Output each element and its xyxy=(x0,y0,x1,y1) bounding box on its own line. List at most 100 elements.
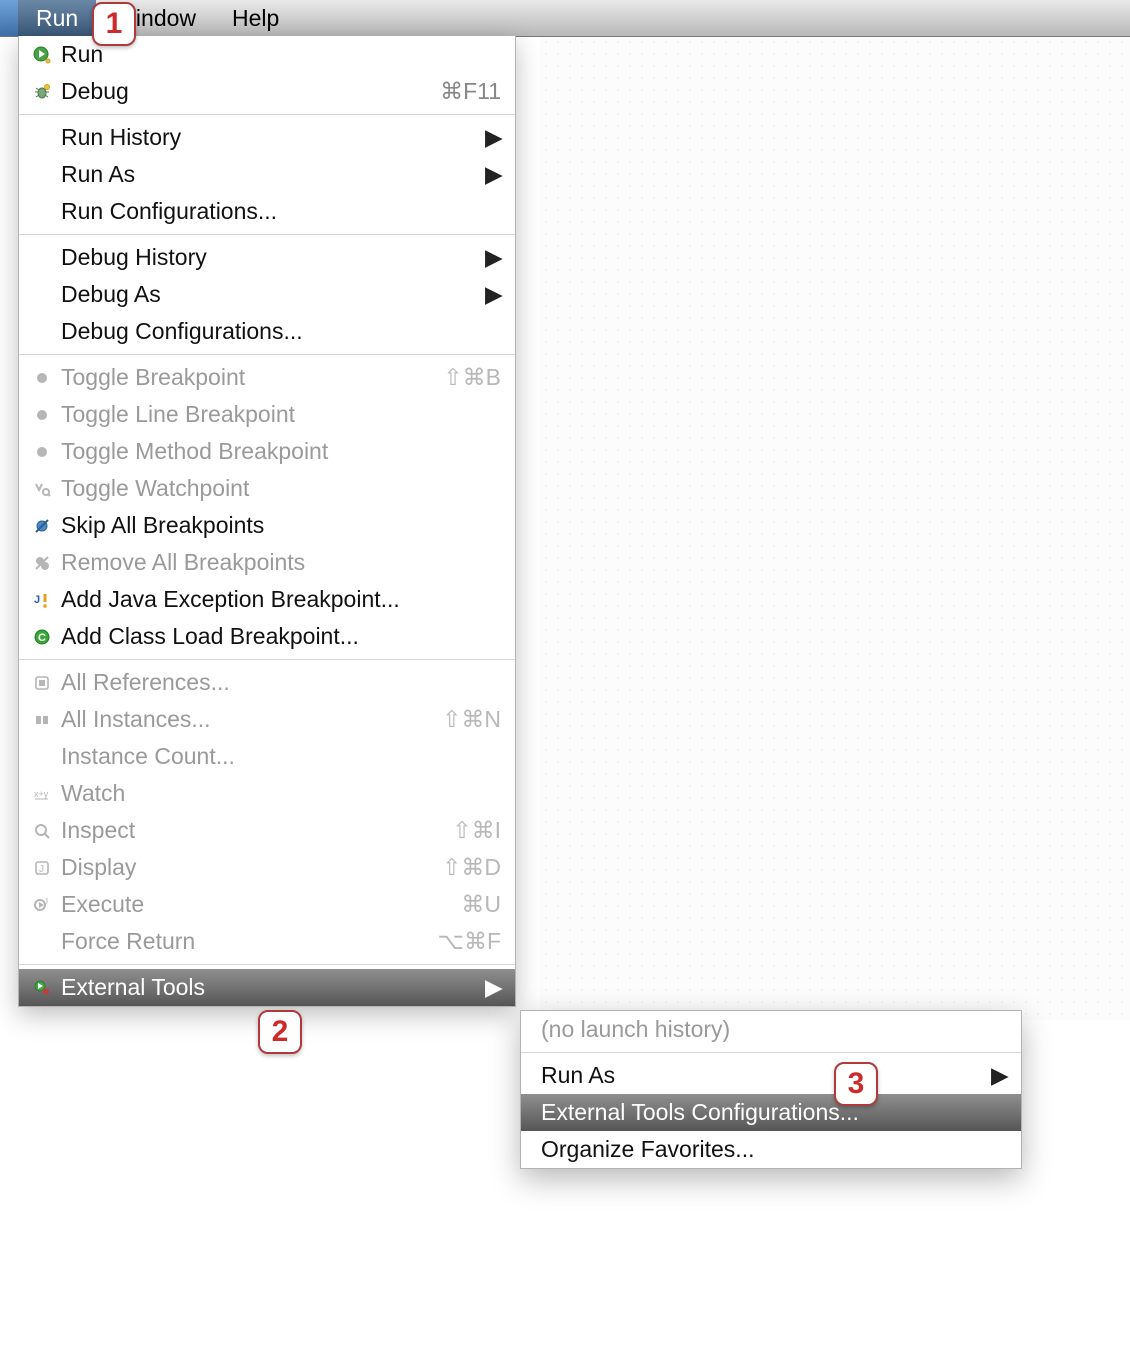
menu-item[interactable]: Run History▶ xyxy=(19,119,515,156)
badge-text: 3 xyxy=(848,1067,865,1101)
submenu-item-label: Run As xyxy=(541,1062,991,1089)
menu-item[interactable]: Skip All Breakpoints xyxy=(19,507,515,544)
breakpoint-icon xyxy=(31,404,53,426)
inspect-icon xyxy=(31,820,53,842)
menu-item-label: Toggle Method Breakpoint xyxy=(61,438,501,465)
ext-tools-icon xyxy=(31,977,53,999)
menu-separator xyxy=(19,659,515,660)
submenu-item-label: External Tools Configurations... xyxy=(541,1099,1007,1126)
menu-item: Toggle Line Breakpoint xyxy=(19,396,515,433)
watch-icon: x+y xyxy=(31,783,53,805)
submenu-arrow-icon: ▶ xyxy=(485,161,501,188)
submenu-item[interactable]: Organize Favorites... xyxy=(521,1131,1021,1168)
menu-item: Toggle Method Breakpoint xyxy=(19,433,515,470)
menu-item-label: All References... xyxy=(61,669,501,696)
instances-icon xyxy=(31,709,53,731)
watchpoint-icon xyxy=(31,478,53,500)
menu-item-label: Debug Configurations... xyxy=(61,318,501,345)
menu-item-shortcut: ⌘F11 xyxy=(440,78,501,105)
svg-text:J: J xyxy=(39,864,44,875)
menu-item: J Display ⇧⌘D xyxy=(19,849,515,886)
menu-separator xyxy=(19,114,515,115)
svg-text:J: J xyxy=(44,897,48,906)
menu-item-shortcut: ⇧⌘N xyxy=(442,706,501,733)
submenu-item[interactable]: External Tools Configurations... xyxy=(521,1094,1021,1131)
remove-bp-icon xyxy=(31,552,53,574)
menubar: Run Window Help xyxy=(0,0,1130,37)
run-menu: RunDebug⌘F11Run History▶Run As▶Run Confi… xyxy=(18,36,516,1007)
menu-item-label: Instance Count... xyxy=(61,743,501,770)
editor-background xyxy=(540,0,1130,1020)
submenu-arrow-icon: ▶ xyxy=(485,124,501,151)
menu-item-label: Debug History xyxy=(61,244,485,271)
submenu-item[interactable]: Run As▶ xyxy=(521,1057,1021,1094)
menu-item-label: Execute xyxy=(61,891,451,918)
menu-separator xyxy=(19,964,515,965)
menu-item[interactable]: Debug ⌘F11 xyxy=(19,73,515,110)
menu-item: Toggle Watchpoint xyxy=(19,470,515,507)
menu-item-label: Skip All Breakpoints xyxy=(61,512,501,539)
class-load-icon: C xyxy=(31,626,53,648)
refs-icon xyxy=(31,672,53,694)
menu-item-label: Run Configurations... xyxy=(61,198,501,225)
menubar-item-label: Help xyxy=(232,5,279,32)
menu-item: All References... xyxy=(19,664,515,701)
menu-item: J Execute ⌘U xyxy=(19,886,515,923)
display-icon: J xyxy=(31,857,53,879)
step-badge-2: 2 xyxy=(258,1010,302,1054)
submenu-item-label: (no launch history) xyxy=(541,1016,1007,1043)
submenu-arrow-icon: ▶ xyxy=(485,974,501,1001)
run-icon xyxy=(31,44,53,66)
menu-item-label: Run History xyxy=(61,124,485,151)
menu-item: x+y Watch xyxy=(19,775,515,812)
menu-item[interactable]: J Add Java Exception Breakpoint... xyxy=(19,581,515,618)
execute-icon: J xyxy=(31,894,53,916)
menu-item-label: All Instances... xyxy=(61,706,432,733)
window-chrome-left xyxy=(0,0,18,36)
menu-item-label: Add Class Load Breakpoint... xyxy=(61,623,501,650)
menu-item-label: External Tools xyxy=(61,974,485,1001)
menu-separator xyxy=(19,354,515,355)
submenu-item: (no launch history) xyxy=(521,1011,1021,1048)
menu-item: Force Return⌥⌘F xyxy=(19,923,515,960)
breakpoint-icon xyxy=(31,367,53,389)
submenu-arrow-icon: ▶ xyxy=(485,281,501,308)
menu-item: Instance Count... xyxy=(19,738,515,775)
menubar-item-run[interactable]: Run xyxy=(18,0,96,36)
svg-text:x+y: x+y xyxy=(34,789,49,799)
menu-item-label: Toggle Line Breakpoint xyxy=(61,401,501,428)
menu-item-label: Run As xyxy=(61,161,485,188)
menu-item-label: Inspect xyxy=(61,817,442,844)
menu-item[interactable]: Run Configurations... xyxy=(19,193,515,230)
menu-item-shortcut: ⇧⌘B xyxy=(443,364,501,391)
menu-item-label: Toggle Breakpoint xyxy=(61,364,433,391)
menu-separator xyxy=(19,234,515,235)
menu-item[interactable]: Debug Configurations... xyxy=(19,313,515,350)
menubar-item-help[interactable]: Help xyxy=(214,0,297,36)
menu-item-shortcut: ⇧⌘D xyxy=(442,854,501,881)
menu-item: Inspect ⇧⌘I xyxy=(19,812,515,849)
menu-item-label: Display xyxy=(61,854,432,881)
menu-item-label: Debug As xyxy=(61,281,485,308)
menu-item[interactable]: External Tools▶ xyxy=(19,969,515,1006)
menu-item-label: Force Return xyxy=(61,928,427,955)
debug-icon xyxy=(31,81,53,103)
menu-item[interactable]: Debug History▶ xyxy=(19,239,515,276)
menu-item[interactable]: C Add Class Load Breakpoint... xyxy=(19,618,515,655)
menu-item[interactable]: Debug As▶ xyxy=(19,276,515,313)
menu-item-label: Add Java Exception Breakpoint... xyxy=(61,586,501,613)
submenu-arrow-icon: ▶ xyxy=(991,1062,1007,1089)
badge-text: 2 xyxy=(272,1015,289,1049)
submenu-item-label: Organize Favorites... xyxy=(541,1136,1007,1163)
menu-item-shortcut: ⇧⌘I xyxy=(452,817,501,844)
skip-bp-icon xyxy=(31,515,53,537)
external-tools-submenu: (no launch history) Run As▶ External Tools… xyxy=(520,1010,1022,1169)
menu-item-label: Watch xyxy=(61,780,501,807)
menu-item-label: Debug xyxy=(61,78,430,105)
menu-item-shortcut: ⌘U xyxy=(461,891,501,918)
menu-item-label: Toggle Watchpoint xyxy=(61,475,501,502)
java-exc-icon: J xyxy=(31,589,53,611)
menu-item[interactable]: Run As▶ xyxy=(19,156,515,193)
menu-item-label: Remove All Breakpoints xyxy=(61,549,501,576)
breakpoint-icon xyxy=(31,441,53,463)
